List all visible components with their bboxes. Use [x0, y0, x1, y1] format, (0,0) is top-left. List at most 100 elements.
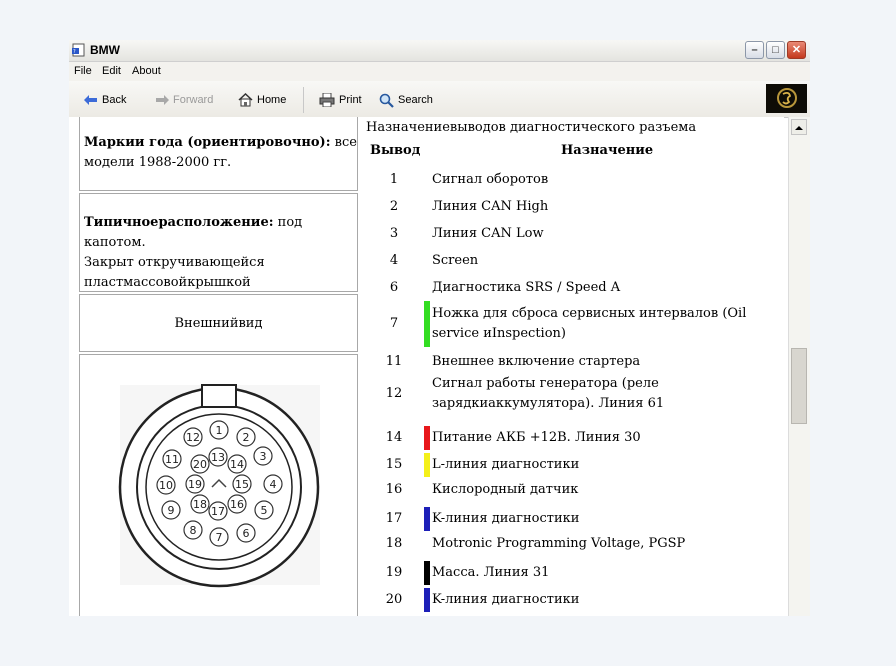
- pin-number: 19: [385, 565, 403, 580]
- table-row: 3 Линия CAN Low: [364, 224, 784, 244]
- pin-purpose: Внешнее включение стартера: [432, 352, 757, 372]
- pin-purpose-line: Motronic Programming Voltage, PGSP: [432, 536, 686, 551]
- left-pane: Маркии года (ориентировочно): все модели…: [69, 117, 365, 616]
- table-row: 7 Ножка для сброса сервисных интервалов (…: [364, 301, 784, 347]
- pin-purpose-line: L-линия диагностики: [432, 457, 580, 472]
- location-line-2: Закрыт откручивающейся: [84, 255, 265, 270]
- pin-purpose: K-линия диагностики: [432, 590, 757, 610]
- connector-pin-label: 11: [165, 453, 179, 466]
- connector-pin-label: 7: [216, 531, 223, 544]
- pin-purpose: Линия CAN Low: [432, 224, 757, 244]
- table-row: 19 Масса. Линия 31: [364, 561, 784, 585]
- years-value: все: [334, 135, 357, 150]
- toolbar-separator: [303, 87, 304, 113]
- connector-pin-label: 3: [260, 450, 267, 463]
- pin-purpose: K-линия диагностики: [432, 509, 757, 529]
- back-label: Back: [102, 94, 127, 106]
- app-window: ? BMW – □ ✕ File Edit About Back Forward…: [69, 40, 810, 616]
- connector-pin-label: 1: [216, 424, 223, 437]
- connector-pin-label: 12: [186, 431, 200, 444]
- minimize-button[interactable]: –: [745, 41, 764, 59]
- pin-number: 12: [385, 386, 403, 401]
- pin-purpose: Motronic Programming Voltage, PGSP: [432, 534, 757, 554]
- connector-pin-label: 9: [168, 504, 175, 517]
- table-row: 6 Диагностика SRS / Speed A: [364, 278, 784, 298]
- search-icon: [379, 93, 394, 108]
- table-row: 12 Сигнал работы генератора (реле зарядкиа…: [364, 371, 784, 417]
- menu-bar: File Edit About: [69, 62, 810, 81]
- search-button[interactable]: Search: [379, 93, 433, 108]
- minimize-icon: –: [751, 44, 758, 56]
- title-bar: ? BMW – □ ✕: [69, 40, 810, 62]
- window-title: BMW: [90, 43, 120, 57]
- years-cell: Маркии года (ориентировочно): все модели…: [79, 117, 358, 191]
- connector-key-notch: [201, 384, 237, 408]
- connector-pin-label: 10: [159, 479, 173, 492]
- appearance-label: Внешнийвид: [174, 316, 263, 331]
- maximize-button[interactable]: □: [766, 41, 785, 59]
- search-label: Search: [398, 94, 433, 106]
- svg-text:?: ?: [73, 49, 76, 55]
- pin-purpose: Масса. Линия 31: [432, 563, 757, 583]
- appearance-cell: Внешнийвид: [79, 294, 358, 352]
- connector-pin-label: 13: [211, 451, 225, 464]
- toolbar: Back Forward Home Print Search: [69, 81, 810, 118]
- years-line-1: Маркии года (ориентировочно): все: [84, 133, 357, 153]
- pin-purpose: Screen: [432, 251, 757, 271]
- pin-purpose-line: Масса. Линия 31: [432, 565, 550, 580]
- wire-color-marker: [424, 507, 430, 531]
- pin-purpose-line: Питание АКБ +12В. Линия 30: [432, 430, 641, 445]
- connector-diagram: 1234567891011121314151617181920: [118, 384, 320, 588]
- pin-purpose-line: service иInspection): [432, 326, 566, 341]
- pin-purpose-line: Внешнее включение стартера: [432, 354, 641, 369]
- pin-purpose-line: Линия CAN High: [432, 199, 549, 214]
- pin-purpose-line: Ножка для сброса сервисных интервалов (O…: [432, 306, 747, 321]
- table-row: 1 Сигнал оборотов: [364, 170, 784, 190]
- pin-purpose-line: Диагностика SRS / Speed A: [432, 280, 621, 295]
- vertical-scrollbar[interactable]: [788, 117, 810, 616]
- printer-icon: [319, 93, 335, 107]
- connector-pin-label: 15: [235, 478, 249, 491]
- scroll-up-button[interactable]: [791, 119, 807, 135]
- home-button[interactable]: Home: [238, 93, 286, 107]
- forward-arrow-icon: [156, 95, 169, 105]
- connector-pin-label: 6: [243, 527, 250, 540]
- connector-pin-label: 16: [230, 498, 244, 511]
- pin-purpose: Линия CAN High: [432, 197, 757, 217]
- table-row: 17 K-линия диагностики: [364, 507, 784, 531]
- table-row: 4 Screen: [364, 251, 784, 271]
- pin-number: 20: [385, 592, 403, 607]
- column-header-purpose: Назначение: [561, 143, 654, 158]
- years-line-2: модели 1988-2000 гг.: [84, 155, 232, 170]
- menu-about[interactable]: About: [132, 65, 161, 77]
- years-label: Маркии года (ориентировочно):: [84, 135, 331, 150]
- table-title: Назначениевыводов диагностического разъе…: [366, 120, 697, 135]
- pin-number: 6: [389, 280, 399, 295]
- scroll-thumb[interactable]: [791, 348, 807, 424]
- back-button[interactable]: Back: [84, 93, 126, 107]
- connector-pin-label: 2: [243, 431, 250, 444]
- pin-number: 17: [385, 511, 403, 526]
- forward-button[interactable]: Forward: [155, 93, 213, 107]
- pin-purpose: L-линия диагностики: [432, 455, 757, 475]
- menu-file[interactable]: File: [74, 65, 92, 77]
- pin-number: 18: [385, 536, 403, 551]
- print-label: Print: [339, 94, 362, 106]
- wire-color-marker: [424, 561, 430, 585]
- back-arrow-icon: [84, 95, 97, 105]
- pin-number: 16: [385, 482, 403, 497]
- location-label: Типичноерасположение:: [84, 215, 274, 230]
- menu-edit[interactable]: Edit: [102, 65, 121, 77]
- pin-purpose-line: Screen: [432, 253, 479, 268]
- table-row: 20 K-линия диагностики: [364, 588, 784, 612]
- right-pane: Назначениевыводов диагностического разъе…: [364, 117, 784, 616]
- print-button[interactable]: Print: [319, 93, 362, 107]
- wire-color-marker: [424, 301, 430, 347]
- throbber-icon: [777, 88, 797, 108]
- connector-image-cell: 1 2 3 4 5 6 7 8 9 10 11 12 13 14 15 16 17 18 19 20: [79, 354, 358, 616]
- pin-number: 1: [389, 172, 399, 187]
- connector-pin-label: 17: [211, 505, 225, 518]
- location-cell: Типичноерасположение: под капотом. Закры…: [79, 193, 358, 292]
- close-button[interactable]: ✕: [787, 41, 806, 59]
- app-icon: ?: [72, 43, 85, 57]
